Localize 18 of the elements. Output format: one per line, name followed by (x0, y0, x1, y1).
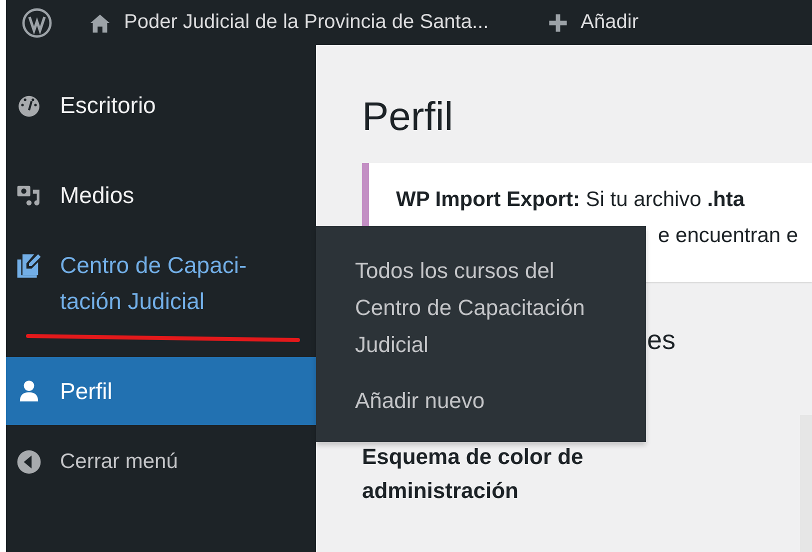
submenu-item[interactable]: Añadir nuevo (355, 382, 625, 419)
new-link[interactable]: Añadir (580, 11, 638, 34)
menu-item[interactable]: Medios (6, 165, 316, 225)
submenu-item[interactable]: Todos los cursos del Centro de Capacitación Judicial (355, 252, 625, 363)
site-name-link[interactable]: Poder Judicial de la Provincia de Santa... (124, 11, 489, 34)
collapse-menu-button[interactable]: Cerrar menú (6, 425, 316, 499)
plus-icon[interactable] (546, 12, 569, 34)
notice-text: WP Import Export: Si tu archivo .hta (396, 187, 746, 212)
field-label: Esquema de color de administración (362, 443, 584, 505)
menu-item[interactable]: Perfil (6, 357, 316, 425)
menu-item[interactable]: Escritorio (6, 75, 316, 135)
notice-text: e encuentran e (657, 223, 800, 248)
menu-item[interactable]: Centro de Capaci-tación Judicial (6, 247, 316, 319)
collapse-icon (16, 449, 42, 475)
page-title: Perfil (362, 94, 454, 141)
section-heading: es (647, 324, 677, 357)
wordpress-logo-icon[interactable] (22, 8, 52, 38)
edit-icon (16, 253, 42, 279)
